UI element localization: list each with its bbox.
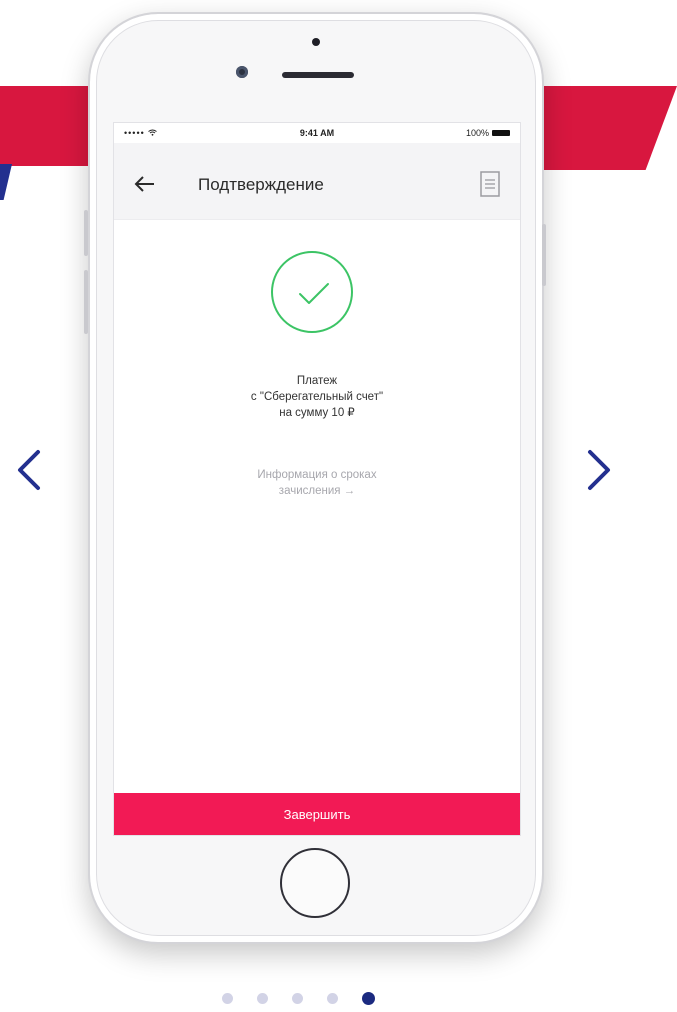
- finish-button[interactable]: Завершить: [114, 793, 520, 835]
- phone-mockup: ••••• 9:41 AM 100% Подтверждение Платеж …: [84, 12, 546, 944]
- phone-camera: [236, 66, 248, 78]
- decorative-streak: [0, 164, 12, 200]
- crediting-info-line: Информация о сроках: [257, 469, 377, 481]
- payment-source: с "Сберегательный счет": [250, 391, 384, 403]
- battery-icon: [492, 130, 510, 136]
- page-title: Подтверждение: [198, 175, 324, 194]
- chevron-left-icon: [18, 450, 40, 490]
- phone-speaker: [282, 72, 354, 78]
- battery-indicator: 100%: [466, 128, 510, 138]
- chevron-right-icon: [588, 450, 610, 490]
- payment-summary: Платеж с "Сберегательный счет" на сумму …: [114, 373, 520, 421]
- carousel-dot[interactable]: [327, 993, 338, 1004]
- home-button[interactable]: [280, 848, 350, 918]
- battery-percent: 100%: [465, 128, 489, 138]
- carousel-dot[interactable]: [292, 993, 303, 1004]
- arrow-left-icon: [134, 176, 154, 192]
- carousel-dot[interactable]: [257, 993, 268, 1004]
- carousel-dot[interactable]: [222, 993, 233, 1004]
- checkmark-icon: [299, 283, 329, 304]
- payment-label: Платеж: [296, 375, 338, 387]
- app-screen: ••••• 9:41 AM 100% Подтверждение Платеж …: [113, 122, 521, 836]
- crediting-info-line: зачисления →: [278, 485, 356, 497]
- payment-amount: на сумму 10 ₽: [279, 407, 355, 419]
- phone-sensor: [312, 38, 320, 46]
- app-header: Подтверждение: [114, 143, 520, 220]
- carousel-next-button[interactable]: [580, 440, 620, 500]
- status-time: 9:41 AM: [299, 128, 335, 138]
- receipt-button[interactable]: [480, 171, 500, 197]
- success-indicator: [271, 251, 353, 333]
- phone-power-button: [542, 224, 546, 286]
- back-button[interactable]: [130, 169, 160, 199]
- crediting-info-link[interactable]: Информация о сроках зачисления →: [114, 467, 520, 499]
- phone-volume-button: [84, 210, 88, 256]
- status-bar: ••••• 9:41 AM 100%: [114, 123, 520, 143]
- phone-volume-button: [84, 270, 88, 334]
- carousel-pagination: [222, 992, 375, 1005]
- receipt-icon: [480, 171, 500, 197]
- carousel-prev-button[interactable]: [8, 440, 48, 500]
- carousel-dot-active[interactable]: [362, 992, 375, 1005]
